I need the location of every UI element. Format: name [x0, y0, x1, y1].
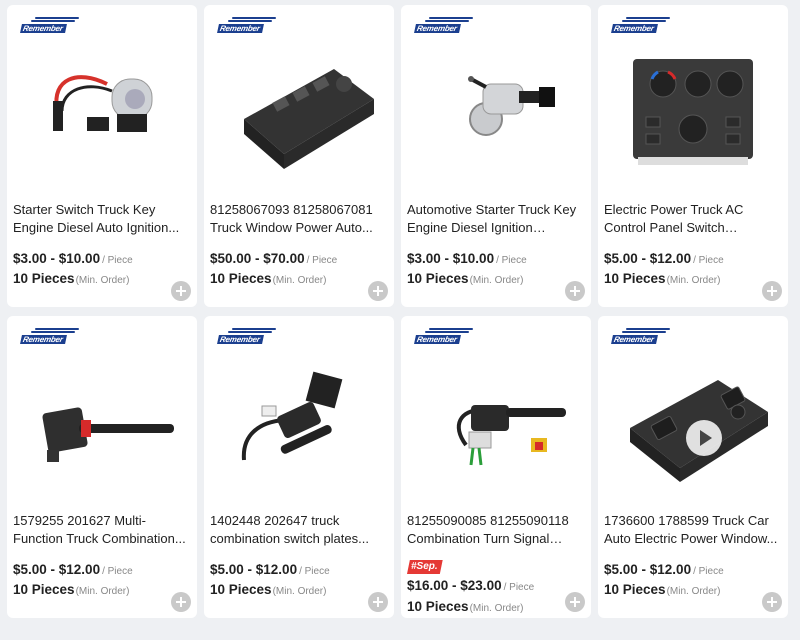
product-card[interactable]: Remember Automotive Starter Truck Key En…	[401, 5, 591, 307]
add-icon[interactable]	[171, 281, 191, 301]
brand-logo: Remember	[414, 17, 473, 35]
product-grid: Remember Starter Switch Truck Key Engine…	[0, 0, 800, 640]
brand-logo: Remember	[217, 328, 276, 346]
product-title[interactable]: 1402448 202647 truck combination switch …	[210, 512, 388, 548]
stalk-switch-icon[interactable]	[17, 350, 187, 500]
brand-logo: Remember	[20, 17, 79, 35]
add-icon[interactable]	[171, 592, 191, 612]
product-card[interactable]: Remember Starter Switch Truck Key Engine…	[7, 5, 197, 307]
turn-signal-switch-icon[interactable]	[411, 350, 581, 500]
price-range: $5.00 - $12.00/ Piece	[604, 562, 724, 577]
min-order: 10 Pieces(Min. Order)	[604, 271, 721, 286]
price-range: $3.00 - $10.00/ Piece	[407, 251, 527, 266]
product-card[interactable]: Remember 1402448 202647 truck combinatio…	[204, 316, 394, 618]
product-title[interactable]: 1736600 1788599 Truck Car Auto Electric …	[604, 512, 782, 548]
price-range: $16.00 - $23.00/ Piece	[407, 578, 535, 593]
brand-logo: Remember	[414, 328, 473, 346]
promo-tag: #Sep.	[407, 560, 443, 574]
price-range: $3.00 - $10.00/ Piece	[13, 251, 133, 266]
min-order: 10 Pieces(Min. Order)	[604, 582, 721, 597]
min-order: 10 Pieces(Min. Order)	[210, 582, 327, 597]
product-card[interactable]: Remember Electric Power Truck AC Control…	[598, 5, 788, 307]
price-range: $50.00 - $70.00/ Piece	[210, 251, 338, 266]
min-order: 10 Pieces(Min. Order)	[407, 599, 524, 614]
product-title[interactable]: Starter Switch Truck Key Engine Diesel A…	[13, 201, 191, 237]
product-title[interactable]: 81258067093 81258067081 Truck Window Pow…	[210, 201, 388, 237]
product-card[interactable]: Remember 1736600 1788599 Truck Car Auto …	[598, 316, 788, 618]
product-card[interactable]: Remember 81255090085 81255090118 Combina…	[401, 316, 591, 618]
brand-logo: Remember	[217, 17, 276, 35]
product-card[interactable]: Remember 1579255 201627 Multi-Function T…	[7, 316, 197, 618]
add-icon[interactable]	[762, 281, 782, 301]
min-order: 10 Pieces(Min. Order)	[13, 582, 130, 597]
min-order: 10 Pieces(Min. Order)	[407, 271, 524, 286]
add-icon[interactable]	[368, 281, 388, 301]
product-card[interactable]: Remember 81258067093 81258067081 Truck W…	[204, 5, 394, 307]
add-icon[interactable]	[762, 592, 782, 612]
product-title[interactable]: 1579255 201627 Multi-Function Truck Comb…	[13, 512, 191, 548]
power-window-switch-icon[interactable]	[608, 350, 778, 500]
product-title[interactable]: Electric Power Truck AC Control Panel Sw…	[604, 201, 782, 237]
product-title[interactable]: Automotive Starter Truck Key Engine Dies…	[407, 201, 585, 237]
ignition-lock-icon[interactable]	[411, 39, 581, 189]
ac-panel-icon[interactable]	[608, 39, 778, 189]
price-range: $5.00 - $12.00/ Piece	[210, 562, 330, 577]
brand-logo: Remember	[20, 328, 79, 346]
play-video-icon[interactable]	[686, 420, 722, 456]
min-order: 10 Pieces(Min. Order)	[13, 271, 130, 286]
window-switch-icon[interactable]	[214, 39, 384, 189]
combination-switch-icon[interactable]	[214, 350, 384, 500]
add-icon[interactable]	[368, 592, 388, 612]
price-range: $5.00 - $12.00/ Piece	[604, 251, 724, 266]
min-order: 10 Pieces(Min. Order)	[210, 271, 327, 286]
add-icon[interactable]	[565, 281, 585, 301]
add-icon[interactable]	[565, 592, 585, 612]
price-range: $5.00 - $12.00/ Piece	[13, 562, 133, 577]
ignition-switch-icon[interactable]	[17, 39, 187, 189]
brand-logo: Remember	[611, 17, 670, 35]
product-title[interactable]: 81255090085 81255090118 Combination Turn…	[407, 512, 585, 548]
brand-logo: Remember	[611, 328, 670, 346]
